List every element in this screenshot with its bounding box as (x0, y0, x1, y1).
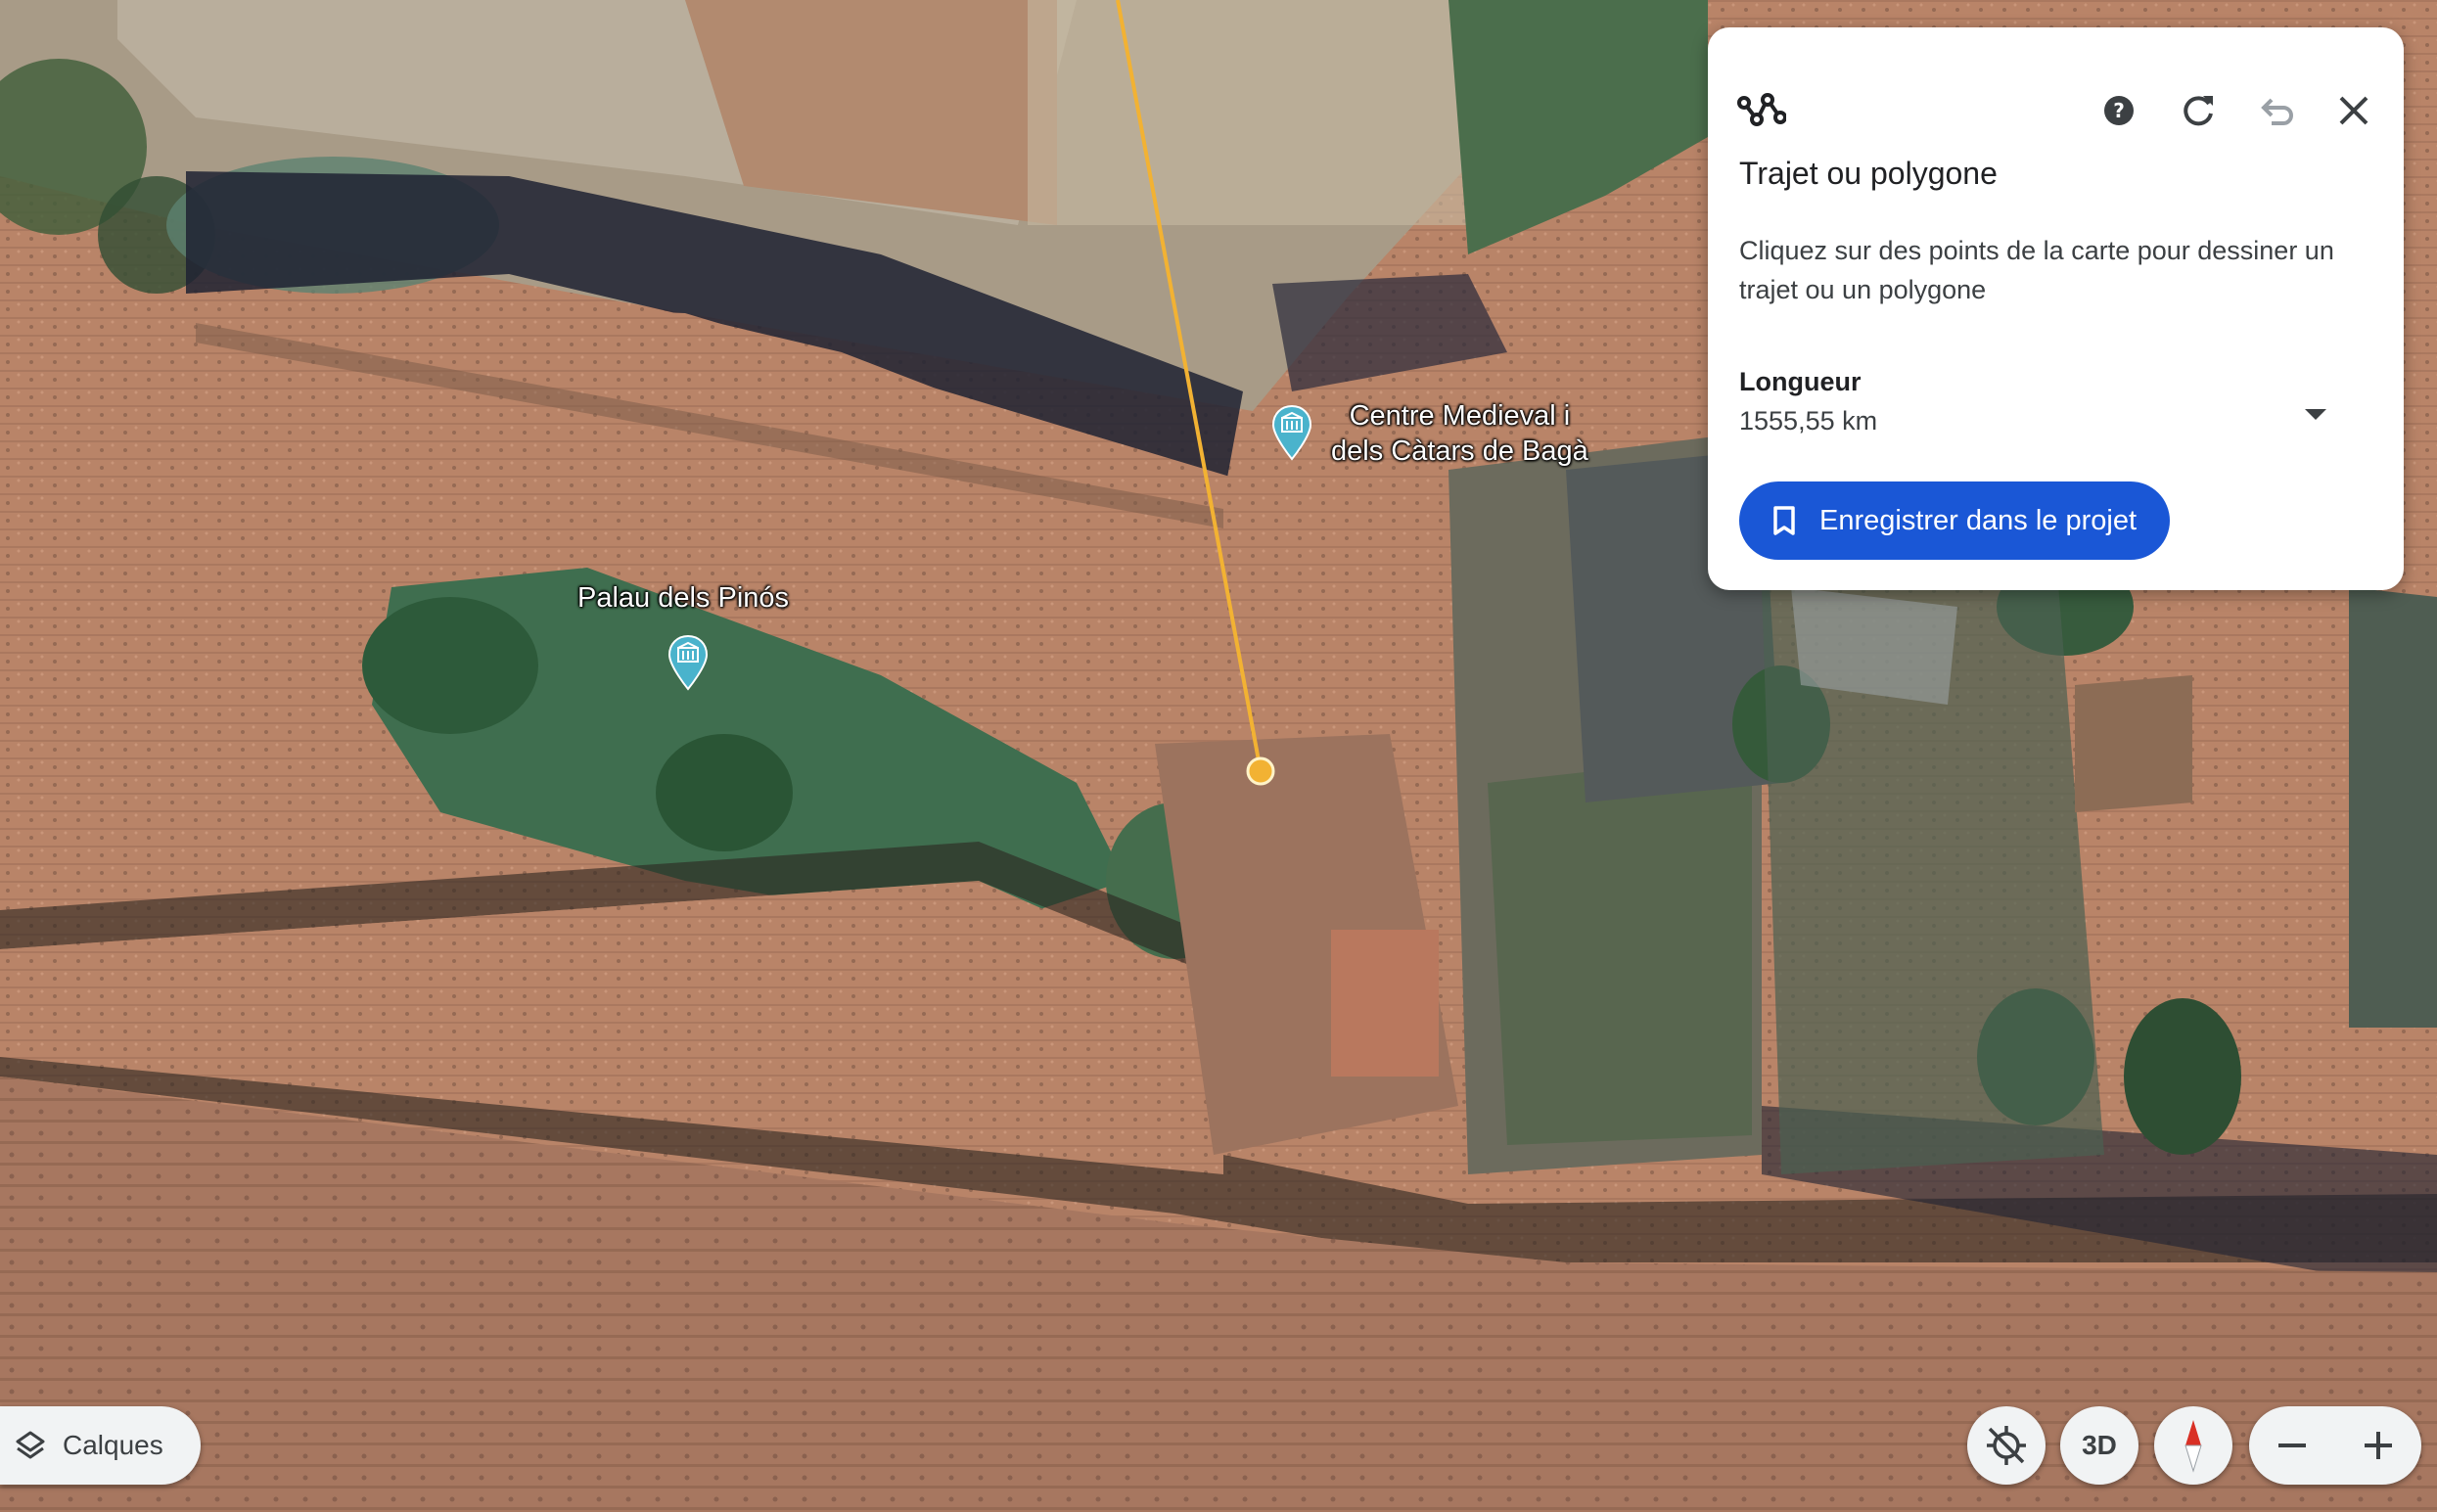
undo-button[interactable] (2249, 83, 2304, 138)
museum-pin-icon[interactable] (667, 634, 709, 691)
length-value: 1555,55 km (1739, 406, 1878, 435)
poi-name-line1: Centre Medieval i (1349, 400, 1571, 432)
compass-button[interactable] (2154, 1406, 2232, 1485)
svg-text:?: ? (2113, 99, 2125, 122)
minus-icon (2278, 1443, 2306, 1447)
view-3d-label: 3D (2082, 1430, 2117, 1460)
unit-dropdown[interactable] (2291, 389, 2340, 438)
layers-button[interactable]: Calques (0, 1406, 201, 1485)
plus-icon (2365, 1432, 2392, 1459)
view-3d-button[interactable]: 3D (2060, 1406, 2138, 1485)
measure-panel: ? Trajet ou polygone Cliquez sur des poi… (1708, 27, 2404, 590)
close-icon (2339, 96, 2368, 125)
close-button[interactable] (2326, 83, 2381, 138)
poi-label-centre-medieval[interactable]: Centre Medieval i dels Càtars de Bagà (1331, 398, 1588, 469)
help-icon: ? (2104, 96, 2134, 125)
poi-name: Palau dels Pinós (577, 582, 790, 614)
zoom-out-button[interactable] (2253, 1406, 2331, 1485)
undo-icon (2261, 98, 2293, 125)
zoom-in-button[interactable] (2339, 1406, 2417, 1485)
save-button-label: Enregistrer dans le projet (1819, 504, 2137, 536)
path-measure-icon (1737, 93, 1786, 126)
length-label: Longueur (1739, 367, 1862, 396)
poi-label-palau[interactable]: Palau dels Pinós (577, 580, 789, 616)
zoom-control (2249, 1406, 2421, 1485)
save-to-project-button[interactable]: Enregistrer dans le projet (1739, 481, 2170, 560)
layers-label: Calques (63, 1430, 163, 1460)
layers-icon (16, 1431, 45, 1459)
location-off-icon (1987, 1426, 2026, 1465)
location-button[interactable] (1967, 1406, 2046, 1485)
panel-title: Trajet ou polygone (1739, 156, 1998, 191)
bookmark-icon (1773, 506, 1795, 535)
museum-pin-icon[interactable] (1271, 404, 1312, 461)
poi-name-line2: dels Càtars de Bagà (1331, 435, 1588, 467)
dropdown-arrow-icon (2305, 409, 2326, 420)
refresh-icon (2184, 96, 2213, 126)
compass-icon (2184, 1420, 2202, 1473)
help-button[interactable]: ? (2092, 83, 2146, 138)
panel-description: Cliquez sur des points de la carte pour … (1739, 236, 2334, 304)
reset-button[interactable] (2171, 83, 2226, 138)
